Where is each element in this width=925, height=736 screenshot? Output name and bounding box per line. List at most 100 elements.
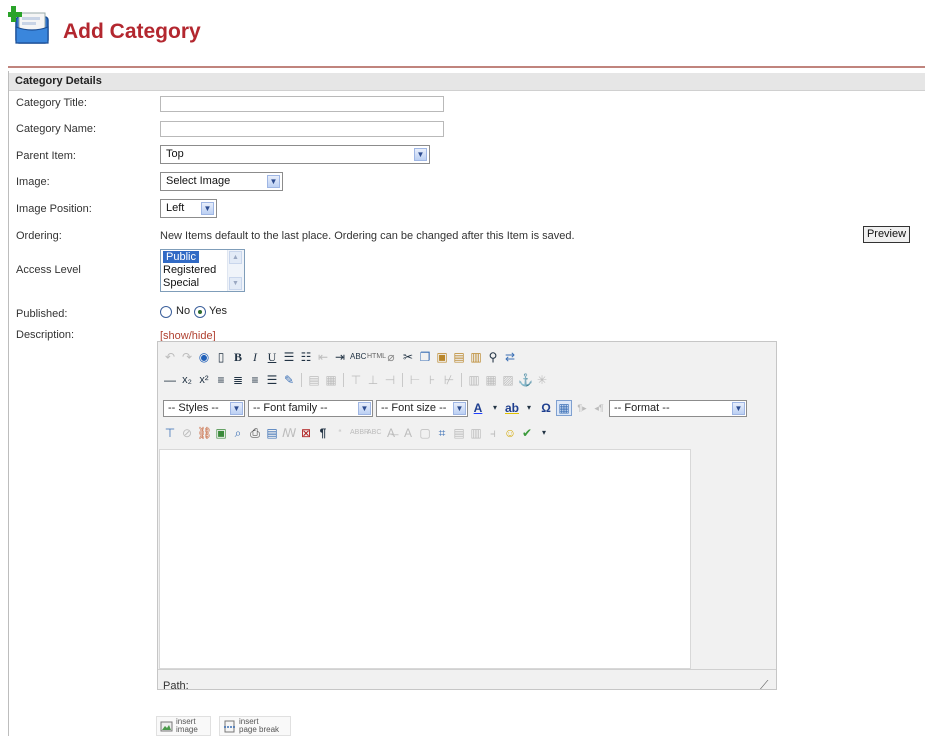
access-option-special[interactable]: Special [163,277,199,289]
paste-word-icon[interactable]: ▥ [469,350,483,364]
attributes-icon[interactable]: ▢ [418,426,432,440]
table-cell-props-icon[interactable]: ▦ [324,373,338,387]
cite-icon[interactable]: “ [333,426,347,440]
insert-col-before-icon[interactable]: ⊢ [408,373,422,387]
page-break-icon[interactable]: ⫞ [486,426,500,440]
insert-layer-icon[interactable]: ⊤ [163,426,177,440]
help-icon[interactable]: ◉ [197,350,211,364]
published-no-radio[interactable] [160,306,172,318]
numbered-list-icon[interactable]: ☷ [299,350,313,364]
editor-content-area[interactable] [159,449,691,669]
emoticons-icon[interactable]: ☺ [503,426,517,440]
align-right-icon[interactable]: ≡ [248,373,262,387]
category-name-input[interactable] [160,121,444,137]
insert-link-icon[interactable]: ⛓ [197,426,212,440]
text-color-icon[interactable]: A [471,401,485,415]
bullet-list-icon[interactable]: ☰ [282,350,296,364]
highlight-color-icon[interactable]: ab [505,401,519,415]
image-position-select[interactable]: Left ▼ [160,199,217,218]
preview-icon[interactable]: ⌕ [231,426,245,440]
rtl-icon[interactable]: ◂¶ [592,401,606,415]
indent-icon[interactable]: ⇥ [333,350,347,364]
template-icon[interactable]: ▥ [469,426,483,440]
resize-grip-icon[interactable]: ⟋ [760,678,768,693]
insert-col-after-icon[interactable]: ⊦ [425,373,439,387]
horizontal-rule-icon[interactable]: — [163,373,177,387]
html-source-icon[interactable]: HTML [367,350,386,364]
toolbar-separator [461,373,462,387]
align-center-icon[interactable]: ≣ [231,373,245,387]
insert-image-icon[interactable]: ▣ [214,426,228,440]
visual-aid-icon[interactable]: ✳ [535,373,549,387]
superscript-icon[interactable]: x² [197,373,211,387]
scroll-up-icon[interactable]: ▲ [229,251,242,264]
directionality-icon[interactable]: ꟿ [282,426,296,440]
category-title-input[interactable] [160,96,444,112]
special-char-icon[interactable]: Ω [539,401,553,415]
split-cells-icon[interactable]: ▥ [467,373,481,387]
image-position-label: Image Position: [16,203,92,215]
align-left-icon[interactable]: ≡ [214,373,228,387]
copy-icon[interactable]: ❐ [418,350,432,364]
unlink-icon[interactable]: ⊘ [180,426,194,440]
deletion-icon[interactable]: A̶ [384,426,398,440]
strikethrough-icon[interactable]: ABC [350,350,366,364]
font-family-select[interactable]: -- Font family -- ▼ [248,399,373,417]
media-icon[interactable]: ▤ [265,426,279,440]
table-row-props-icon[interactable]: ▤ [307,373,321,387]
insertion-icon[interactable]: A [401,426,415,440]
new-document-icon[interactable]: ▯ [214,350,228,364]
fullscreen-icon[interactable]: ⊠ [299,426,313,440]
spellcheck-dropdown-icon[interactable]: ▾ [537,426,551,440]
image-position-value: Left [166,202,185,214]
spellcheck-icon[interactable]: ✔ [520,426,534,440]
insert-image-button[interactable]: insert image [156,716,211,736]
undo-icon[interactable]: ↶ [163,350,177,364]
merge-cells-icon[interactable]: ▦ [484,373,498,387]
replace-icon[interactable]: ⇄ [503,350,517,364]
insert-row-after-icon[interactable]: ⊥ [366,373,380,387]
italic-icon[interactable]: I [248,350,262,364]
insert-page-break-button[interactable]: insert page break [219,716,291,736]
published-yes-radio[interactable] [194,306,206,318]
access-level-listbox[interactable]: Public Registered Special ▲ ▼ [160,249,245,292]
align-justify-icon[interactable]: ☰ [265,373,279,387]
preview-button[interactable]: Preview [863,226,910,243]
bold-icon[interactable]: B [231,350,245,364]
non-breaking-icon[interactable]: ▤ [452,426,466,440]
subscript-icon[interactable]: x₂ [180,373,194,387]
image-select[interactable]: Select Image ▼ [160,172,283,191]
styles-select[interactable]: -- Styles -- ▼ [163,399,245,417]
editor-toolbar-row-3: -- Styles -- ▼ -- Font family -- ▼ -- Fo… [163,399,747,417]
text-color-dropdown-icon[interactable]: ▾ [488,401,502,415]
find-icon[interactable]: ⚲ [486,350,500,364]
cut-icon[interactable]: ✂ [401,350,415,364]
font-size-select[interactable]: -- Font size -- ▼ [376,399,468,417]
paste-text-icon[interactable]: ▤ [452,350,466,364]
parent-item-select[interactable]: Top ▼ [160,145,430,164]
print-icon[interactable]: ⎙ [248,426,262,440]
access-option-public[interactable]: Public [163,251,199,263]
scroll-down-icon[interactable]: ▼ [229,277,242,290]
insert-row-before-icon[interactable]: ⊤ [349,373,363,387]
acronym-icon[interactable]: ABC [367,426,381,440]
paste-icon[interactable]: ▣ [435,350,449,364]
table-props-icon[interactable]: ▨ [501,373,515,387]
format-select[interactable]: -- Format -- ▼ [609,399,747,417]
access-scrollbar[interactable]: ▲ ▼ [227,250,244,291]
redo-icon[interactable]: ↷ [180,350,194,364]
insert-table-icon[interactable]: ▦ [556,400,572,416]
cleanup-icon[interactable]: ⌀ [384,350,398,364]
delete-col-icon[interactable]: ⊬ [442,373,456,387]
show-blocks-icon[interactable]: ¶ [316,426,330,440]
ltr-icon[interactable]: ¶▸ [575,401,589,415]
outdent-icon[interactable]: ⇤ [316,350,330,364]
abbr-icon[interactable]: ABBR [350,426,369,440]
edit-css-icon[interactable]: ✎ [282,373,296,387]
delete-row-icon[interactable]: ⊣ [383,373,397,387]
visual-chars-icon[interactable]: ⌗ [435,426,449,440]
highlight-dropdown-icon[interactable]: ▾ [522,401,536,415]
anchor-icon[interactable]: ⚓ [518,373,533,387]
access-option-registered[interactable]: Registered [163,264,216,276]
underline-icon[interactable]: U [265,350,279,364]
